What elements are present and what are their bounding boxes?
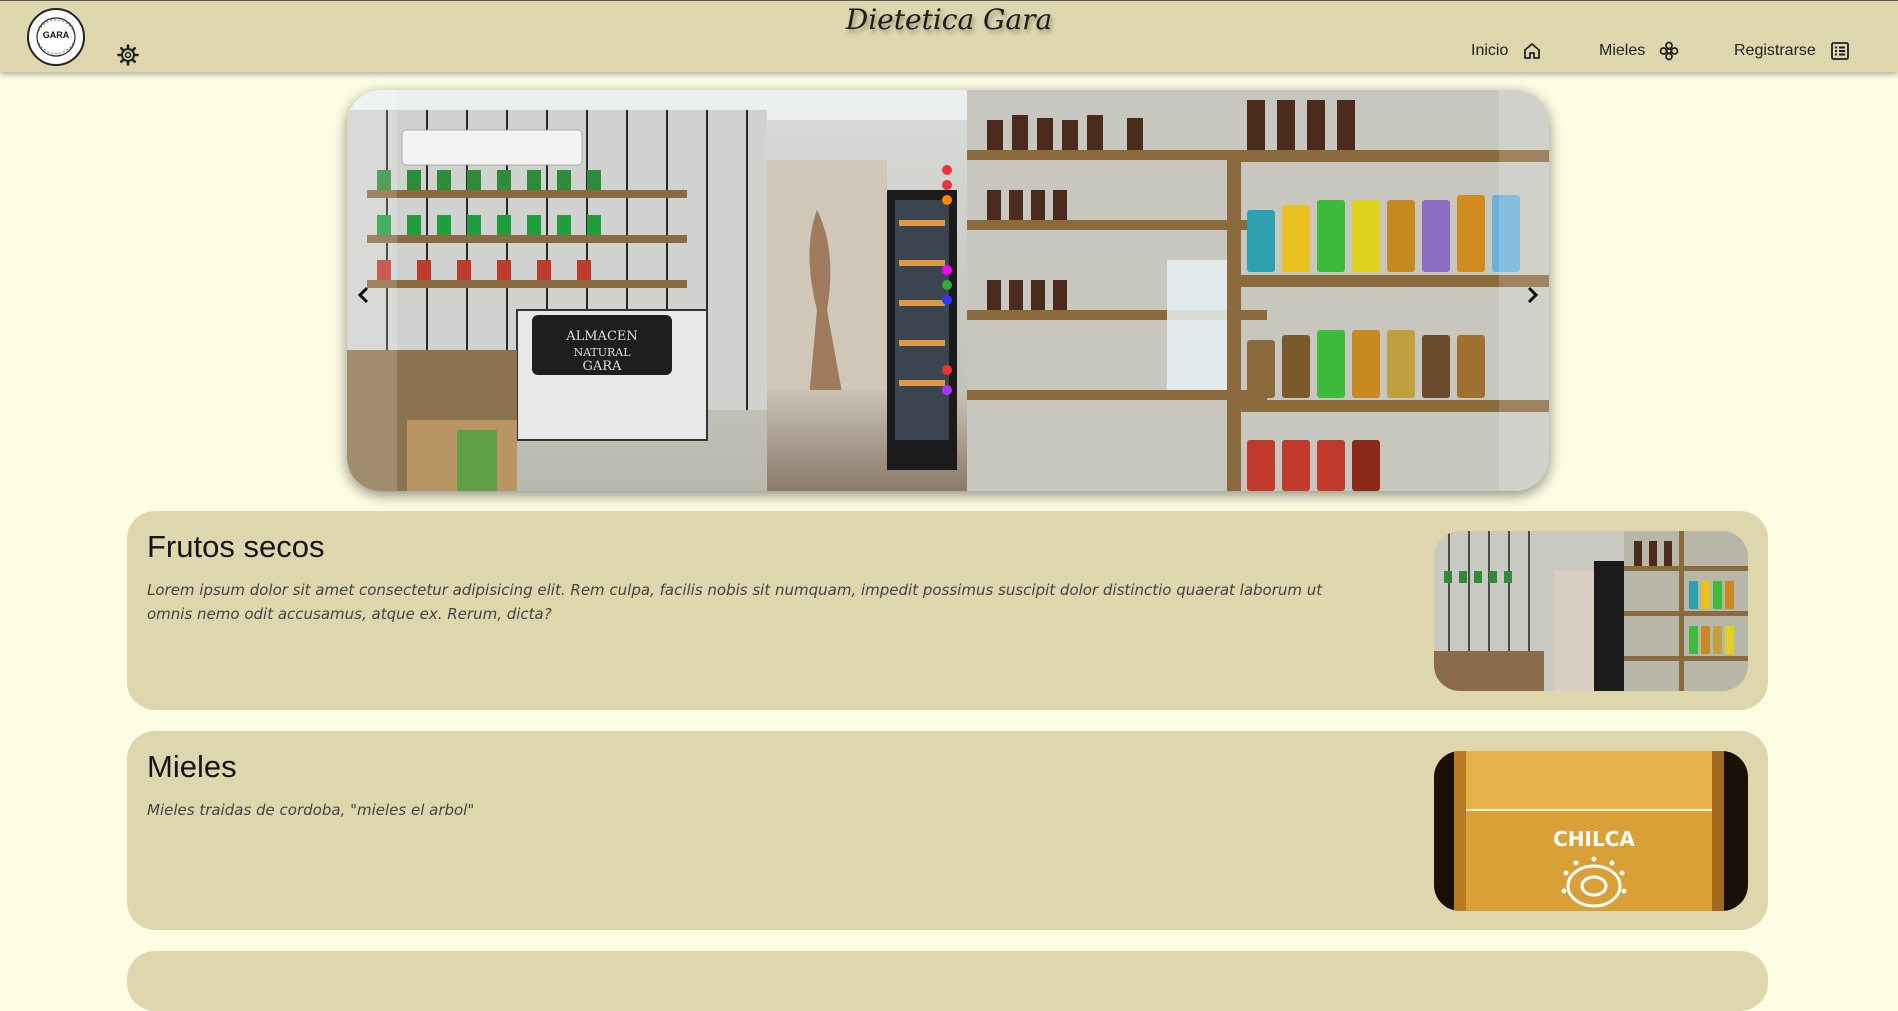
svg-text:GARA: GARA [583,359,623,374]
store-interior-thumbnail [1434,531,1748,691]
carousel-prev-button[interactable] [351,280,377,310]
nav-label-inicio: Inicio [1471,42,1509,59]
nav-label-registrarse: Registrarse [1734,42,1816,59]
card-description: Lorem ipsum dolor sit amet consectetur a… [147,581,1323,623]
nav-inicio[interactable]: Inicio [1471,41,1542,61]
nav-mieles[interactable]: Mieles [1599,41,1679,61]
top-navbar: GARA Dietetica Gara Inicio Mieles Regist… [0,0,1898,72]
store-interior-image: ALMACEN NATURAL GARA [347,90,1549,491]
list-icon [1830,42,1849,60]
category-card-mieles[interactable]: Mieles Mieles traidas de cordoba, "miele… [127,731,1768,930]
theme-toggle-button[interactable] [116,43,140,67]
chevron-right-icon [1527,286,1539,304]
card-title: Mieles [147,749,237,784]
svg-text:NATURAL: NATURAL [573,346,631,359]
carousel-next-button[interactable] [1519,280,1545,310]
home-icon [1524,43,1541,59]
category-card-frutos-secos[interactable]: Frutos secos Lorem ipsum dolor sit amet … [127,511,1768,710]
honey-jar-image: CHILCA [1434,751,1748,911]
card-image: CHILCA [1434,751,1748,911]
card-image [1434,531,1748,691]
category-card-3[interactable] [127,951,1768,1011]
card-description: Mieles traidas de cordoba, "mieles el ar… [147,801,475,819]
card-title: Frutos secos [147,529,325,564]
nav-label-mieles: Mieles [1599,42,1646,59]
hero-carousel[interactable]: ALMACEN NATURAL GARA [347,90,1549,491]
site-title: Dietetica Gara [845,3,1053,36]
gear-icon [117,44,139,66]
honey-label-text: CHILCA [1553,827,1635,851]
flower-icon [1659,41,1679,61]
nav-registrarse[interactable]: Registrarse [1734,41,1850,61]
chevron-left-icon [357,286,369,304]
carousel-sign-text: ALMACEN [565,329,638,344]
